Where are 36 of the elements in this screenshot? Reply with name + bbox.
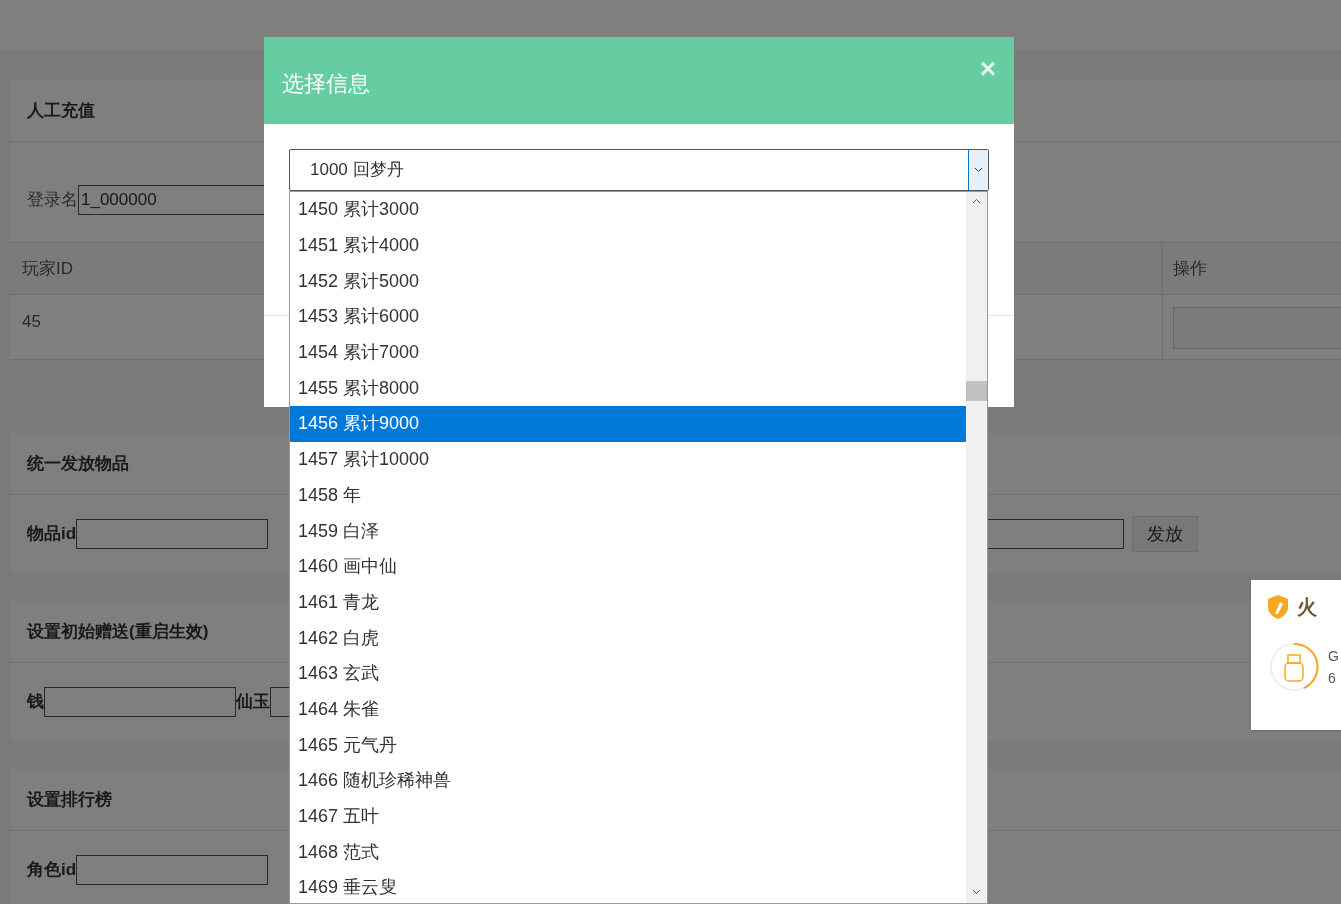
column-header: 玩家ID	[22, 257, 73, 280]
shield-icon	[1267, 594, 1289, 620]
dropdown-option[interactable]: 1457 累计10000	[290, 441, 966, 478]
dropdown-option[interactable]: 1451 累计4000	[290, 227, 966, 264]
scrollbar[interactable]	[966, 192, 987, 903]
notification-text: 6	[1328, 669, 1337, 688]
chevron-up-icon[interactable]	[972, 198, 981, 204]
dropdown-option[interactable]: 1456 累计9000	[290, 406, 966, 442]
select-field[interactable]: 1000 回梦丹	[289, 149, 989, 191]
field-label: 仙玉	[236, 691, 270, 714]
dropdown-option[interactable]: 1465 元气丹	[290, 727, 966, 763]
input-field[interactable]	[76, 855, 269, 885]
dropdown-option[interactable]: 1454 累计7000	[290, 334, 966, 371]
scrollbar-thumb[interactable]	[966, 381, 987, 401]
chevron-down-icon	[974, 167, 983, 173]
dropdown-option[interactable]: 1452 累计5000	[290, 263, 966, 300]
dropdown-option[interactable]: 1460 画中仙	[290, 548, 966, 585]
chevron-down-icon[interactable]	[972, 889, 981, 895]
submit-button[interactable]: 发放	[1132, 516, 1199, 552]
usb-drive-icon	[1269, 642, 1319, 692]
column-header: 操作	[1173, 257, 1207, 280]
input-field[interactable]	[44, 687, 236, 717]
field-label: 物品id	[27, 523, 77, 546]
dropdown-option[interactable]: 1462 白虎	[290, 620, 966, 656]
dropdown-option[interactable]: 1453 累计6000	[290, 299, 966, 335]
dropdown-option[interactable]: 1450 累计3000	[290, 192, 966, 228]
field-label: 角色id	[27, 859, 77, 882]
field-label: 登录名	[27, 189, 78, 212]
input-field[interactable]	[76, 519, 269, 549]
dropdown-option[interactable]: 1468 范式	[290, 834, 966, 871]
notification-text: G	[1328, 647, 1339, 666]
dropdown-option[interactable]: 1459 白泽	[290, 513, 966, 549]
dropdown-option[interactable]: 1469 垂云叟	[290, 870, 966, 903]
dropdown-option[interactable]: 1464 朱雀	[290, 691, 966, 728]
field-label: 钱	[27, 691, 44, 714]
table-cell: 45	[22, 312, 41, 331]
